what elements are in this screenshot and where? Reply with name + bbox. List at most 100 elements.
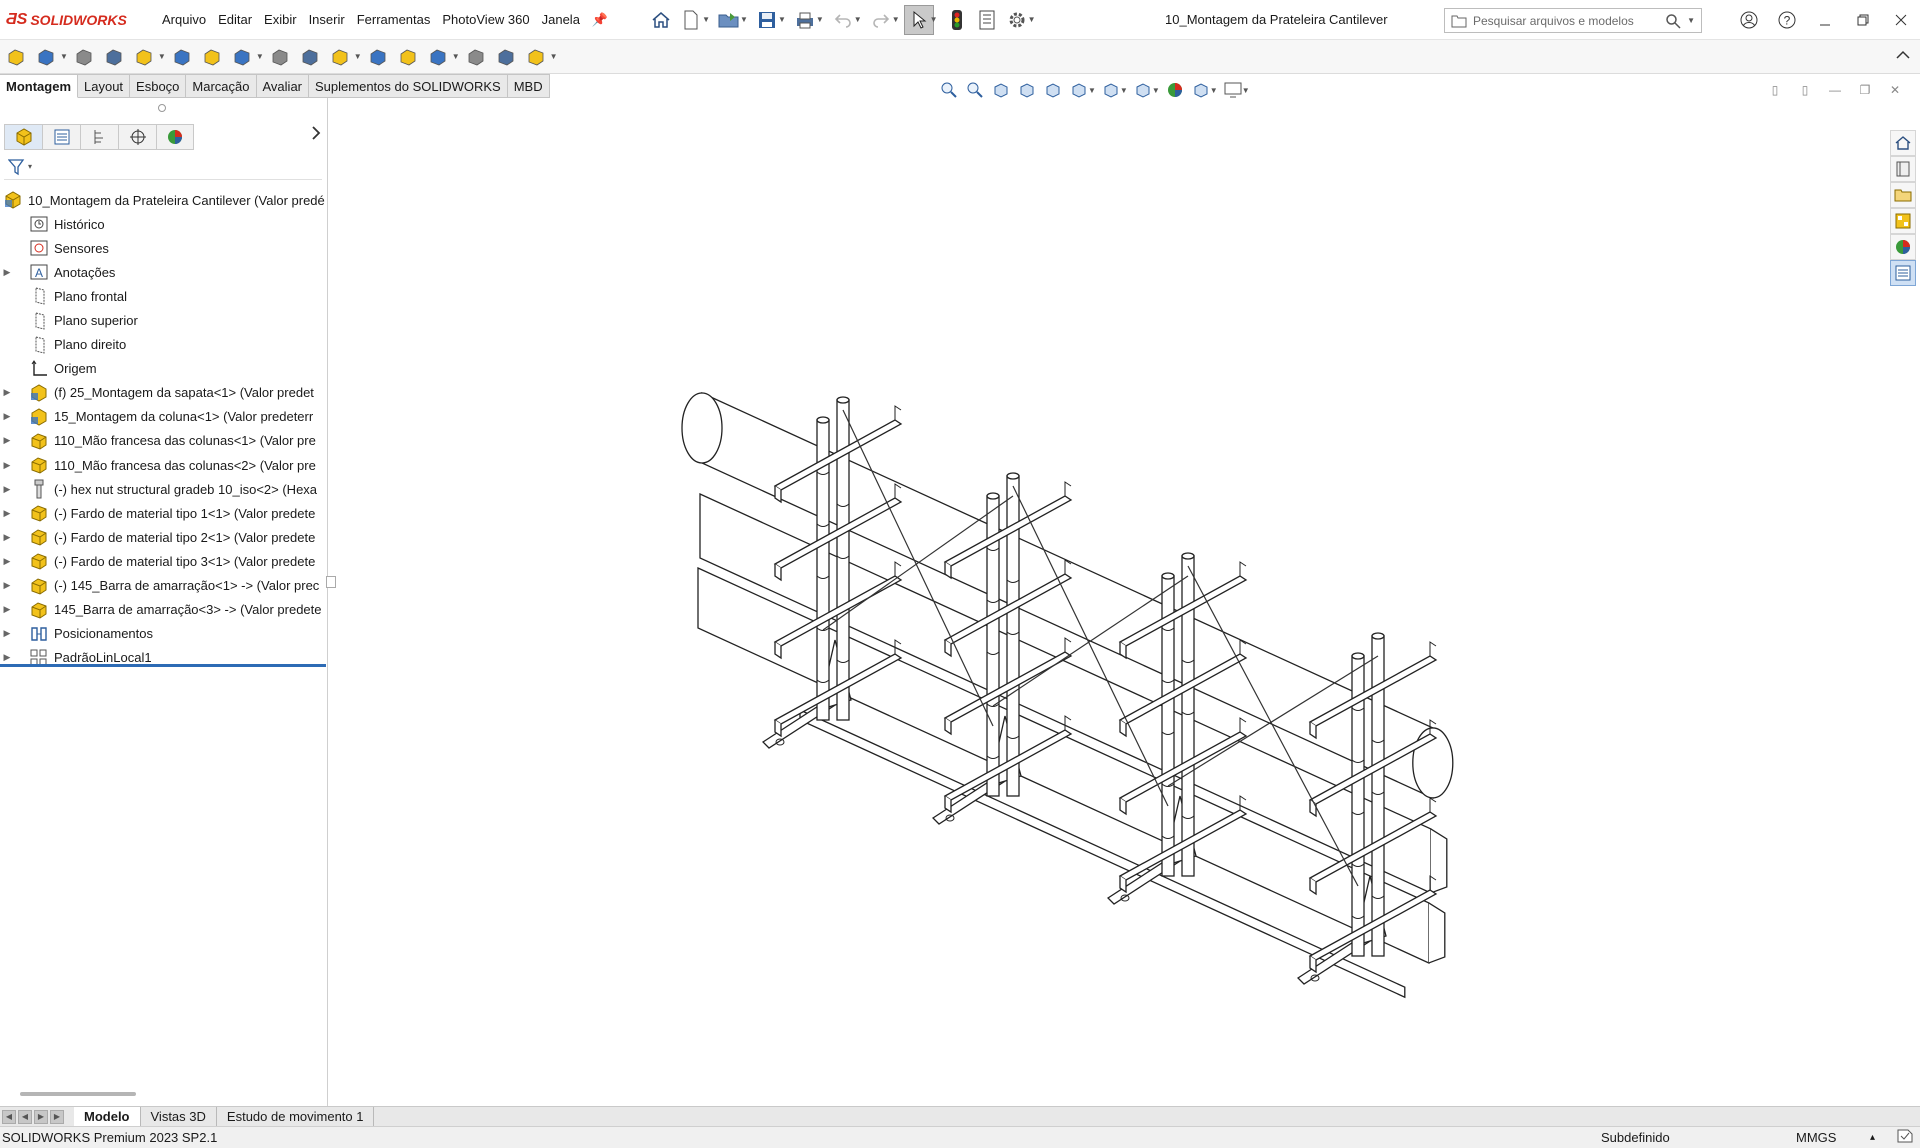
tab-mbd[interactable]: MBD (507, 74, 550, 98)
view-palette-icon[interactable] (1890, 208, 1916, 234)
reference-geometry-icon[interactable] (298, 45, 322, 69)
move-component-icon[interactable] (200, 45, 224, 69)
mate-icon[interactable] (72, 45, 96, 69)
chevron-down-icon[interactable]: ▼ (892, 15, 900, 24)
tree-item[interactable]: Histórico (0, 212, 326, 236)
next-tab-icon[interactable]: ▶ (34, 1109, 48, 1124)
prev-tab-icon[interactable]: ◀ (18, 1109, 32, 1124)
chevron-down-icon[interactable]: ▼ (930, 15, 938, 24)
viewport-close-icon[interactable]: ✕ (1880, 80, 1910, 100)
chevron-down-icon[interactable]: ▼ (1088, 86, 1096, 95)
tree-item[interactable]: ▶ 145_Barra de amarração<3> -> (Valor pre… (0, 598, 326, 622)
restore-icon[interactable] (1844, 0, 1882, 40)
tree-item[interactable]: ▶ 15_Montagem da coluna<1> (Valor predete… (0, 405, 326, 429)
last-tab-icon[interactable]: ▶ (50, 1109, 64, 1124)
filter-icon[interactable] (8, 158, 26, 176)
expand-arrow-icon[interactable]: ▶ (0, 435, 14, 446)
expand-arrow-icon[interactable]: ▶ (0, 580, 14, 591)
tree-root[interactable]: 10_Montagem da Prateleira Cantilever (Va… (0, 188, 326, 212)
tree-item[interactable]: ▶ (-) Fardo de material tipo 2<1> (Valor … (0, 525, 326, 549)
search-icon[interactable] (1665, 13, 1681, 29)
solidworks-logo[interactable]: ƋS SOLIDWORKS (6, 11, 156, 29)
tree-item[interactable]: ▶ (f) 25_Montagem da sapata<1> (Valor pre… (0, 381, 326, 405)
file-properties-icon[interactable] (972, 5, 1002, 35)
tab-marcacao[interactable]: Marcação (186, 74, 257, 98)
chevron-down-icon[interactable]: ▼ (354, 52, 362, 61)
help-icon[interactable]: ? (1768, 0, 1806, 40)
chevron-down-icon[interactable]: ▼ (816, 15, 824, 24)
tree-item[interactable]: Plano direito (0, 333, 326, 357)
menu-janela[interactable]: Janela (536, 12, 586, 27)
linear-pattern-icon[interactable] (132, 45, 156, 69)
horizontal-scrollbar[interactable] (20, 1092, 136, 1096)
chevron-down-icon[interactable]: ▼ (1120, 86, 1128, 95)
expand-arrow-icon[interactable]: ▶ (0, 267, 14, 278)
bill-of-materials-icon[interactable] (366, 45, 390, 69)
expand-arrow-icon[interactable]: ▶ (0, 604, 14, 615)
tab-layout[interactable]: Layout (78, 74, 131, 98)
rebuild-traffic-light-icon[interactable] (942, 5, 972, 35)
chevron-down-icon[interactable]: ▼ (740, 15, 748, 24)
close-icon[interactable] (1882, 0, 1920, 40)
chevron-down-icon[interactable]: ▼ (778, 15, 786, 24)
chevron-down-icon[interactable]: ▼ (158, 52, 166, 61)
expand-arrow-icon[interactable]: ▶ (0, 652, 14, 663)
display-manager-tab-icon[interactable] (156, 124, 194, 150)
tree-item[interactable]: ▶ Posicionamentos (0, 622, 326, 646)
tile-right-icon[interactable]: ▯ (1790, 80, 1820, 100)
tree-filter[interactable]: ▾ (4, 154, 322, 180)
file-explorer-icon[interactable] (1890, 182, 1916, 208)
chevron-down-icon[interactable]: ▼ (452, 52, 460, 61)
tab-modelo[interactable]: Modelo (74, 1106, 141, 1127)
graphics-area[interactable] (330, 98, 1886, 1106)
search-box[interactable]: Pesquisar arquivos e modelos ▼ (1444, 8, 1702, 33)
chevron-down-icon[interactable]: ▼ (550, 52, 558, 61)
unit-system[interactable]: MMGS (1796, 1130, 1836, 1145)
tab-esboco[interactable]: Esboço (130, 74, 187, 98)
pin-icon[interactable]: 📌 (592, 12, 608, 28)
tab-estudo-movimento[interactable]: Estudo de movimento 1 (217, 1106, 375, 1127)
viewport-minimize-icon[interactable]: — (1820, 80, 1850, 100)
expand-arrow-icon[interactable]: ▶ (0, 556, 14, 567)
show-hidden-icon[interactable] (230, 45, 254, 69)
tree-item[interactable]: ▶ A Anotações (0, 260, 326, 284)
tree-item[interactable]: ▶ (-) Fardo de material tipo 3<1> (Valor … (0, 549, 326, 573)
tab-suplementos[interactable]: Suplementos do SOLIDWORKS (309, 74, 508, 98)
solidworks-resources-icon[interactable] (1890, 130, 1916, 156)
user-account-icon[interactable] (1730, 0, 1768, 40)
exploded-view-icon[interactable] (396, 45, 420, 69)
chevron-right-icon[interactable] (311, 126, 321, 145)
expand-arrow-icon[interactable]: ▶ (0, 484, 14, 495)
menu-inserir[interactable]: Inserir (303, 12, 351, 27)
tab-vistas-3d[interactable]: Vistas 3D (141, 1106, 217, 1127)
tree-item[interactable]: ▶ 110_Mão francesa das colunas<2> (Valor … (0, 453, 326, 477)
menu-arquivo[interactable]: Arquivo (156, 12, 212, 27)
chevron-down-icon[interactable]: ▼ (1152, 86, 1160, 95)
tree-item[interactable]: ▶ (-) hex nut structural gradeb 10_iso<2>… (0, 477, 326, 501)
featuremanager-tab-icon[interactable] (4, 124, 42, 150)
chevron-down-icon[interactable]: ▼ (60, 52, 68, 61)
home-icon[interactable] (646, 5, 676, 35)
edit-component-icon[interactable] (4, 45, 28, 69)
expand-arrow-icon[interactable]: ▶ (0, 411, 14, 422)
chevron-up-icon[interactable]: ▴ (1870, 1132, 1875, 1143)
instant3d-icon[interactable] (426, 45, 450, 69)
expand-arrow-icon[interactable]: ▶ (0, 628, 14, 639)
cantilever-rack-model[interactable] (330, 98, 1886, 1106)
menu-exibir[interactable]: Exibir (258, 12, 303, 27)
smart-fasteners-icon[interactable] (170, 45, 194, 69)
collapse-ribbon-icon[interactable] (1896, 47, 1910, 63)
component-preview-icon[interactable] (102, 45, 126, 69)
new-motion-study-icon[interactable] (328, 45, 352, 69)
viewport-restore-icon[interactable]: ❐ (1850, 80, 1880, 100)
chevron-down-icon[interactable]: ▼ (702, 15, 710, 24)
expand-arrow-icon[interactable]: ▶ (0, 532, 14, 543)
snapshot-icon[interactable] (494, 45, 518, 69)
minimize-icon[interactable] (1806, 0, 1844, 40)
chevron-down-icon[interactable]: ▼ (854, 15, 862, 24)
tree-item[interactable]: ▶ (-) 145_Barra de amarração<1> -> (Valor… (0, 574, 326, 598)
dimxpert-tab-icon[interactable] (118, 124, 156, 150)
assembly-features-icon[interactable] (268, 45, 292, 69)
insert-components-icon[interactable] (34, 45, 58, 69)
tree-item[interactable]: Origem (0, 357, 326, 381)
